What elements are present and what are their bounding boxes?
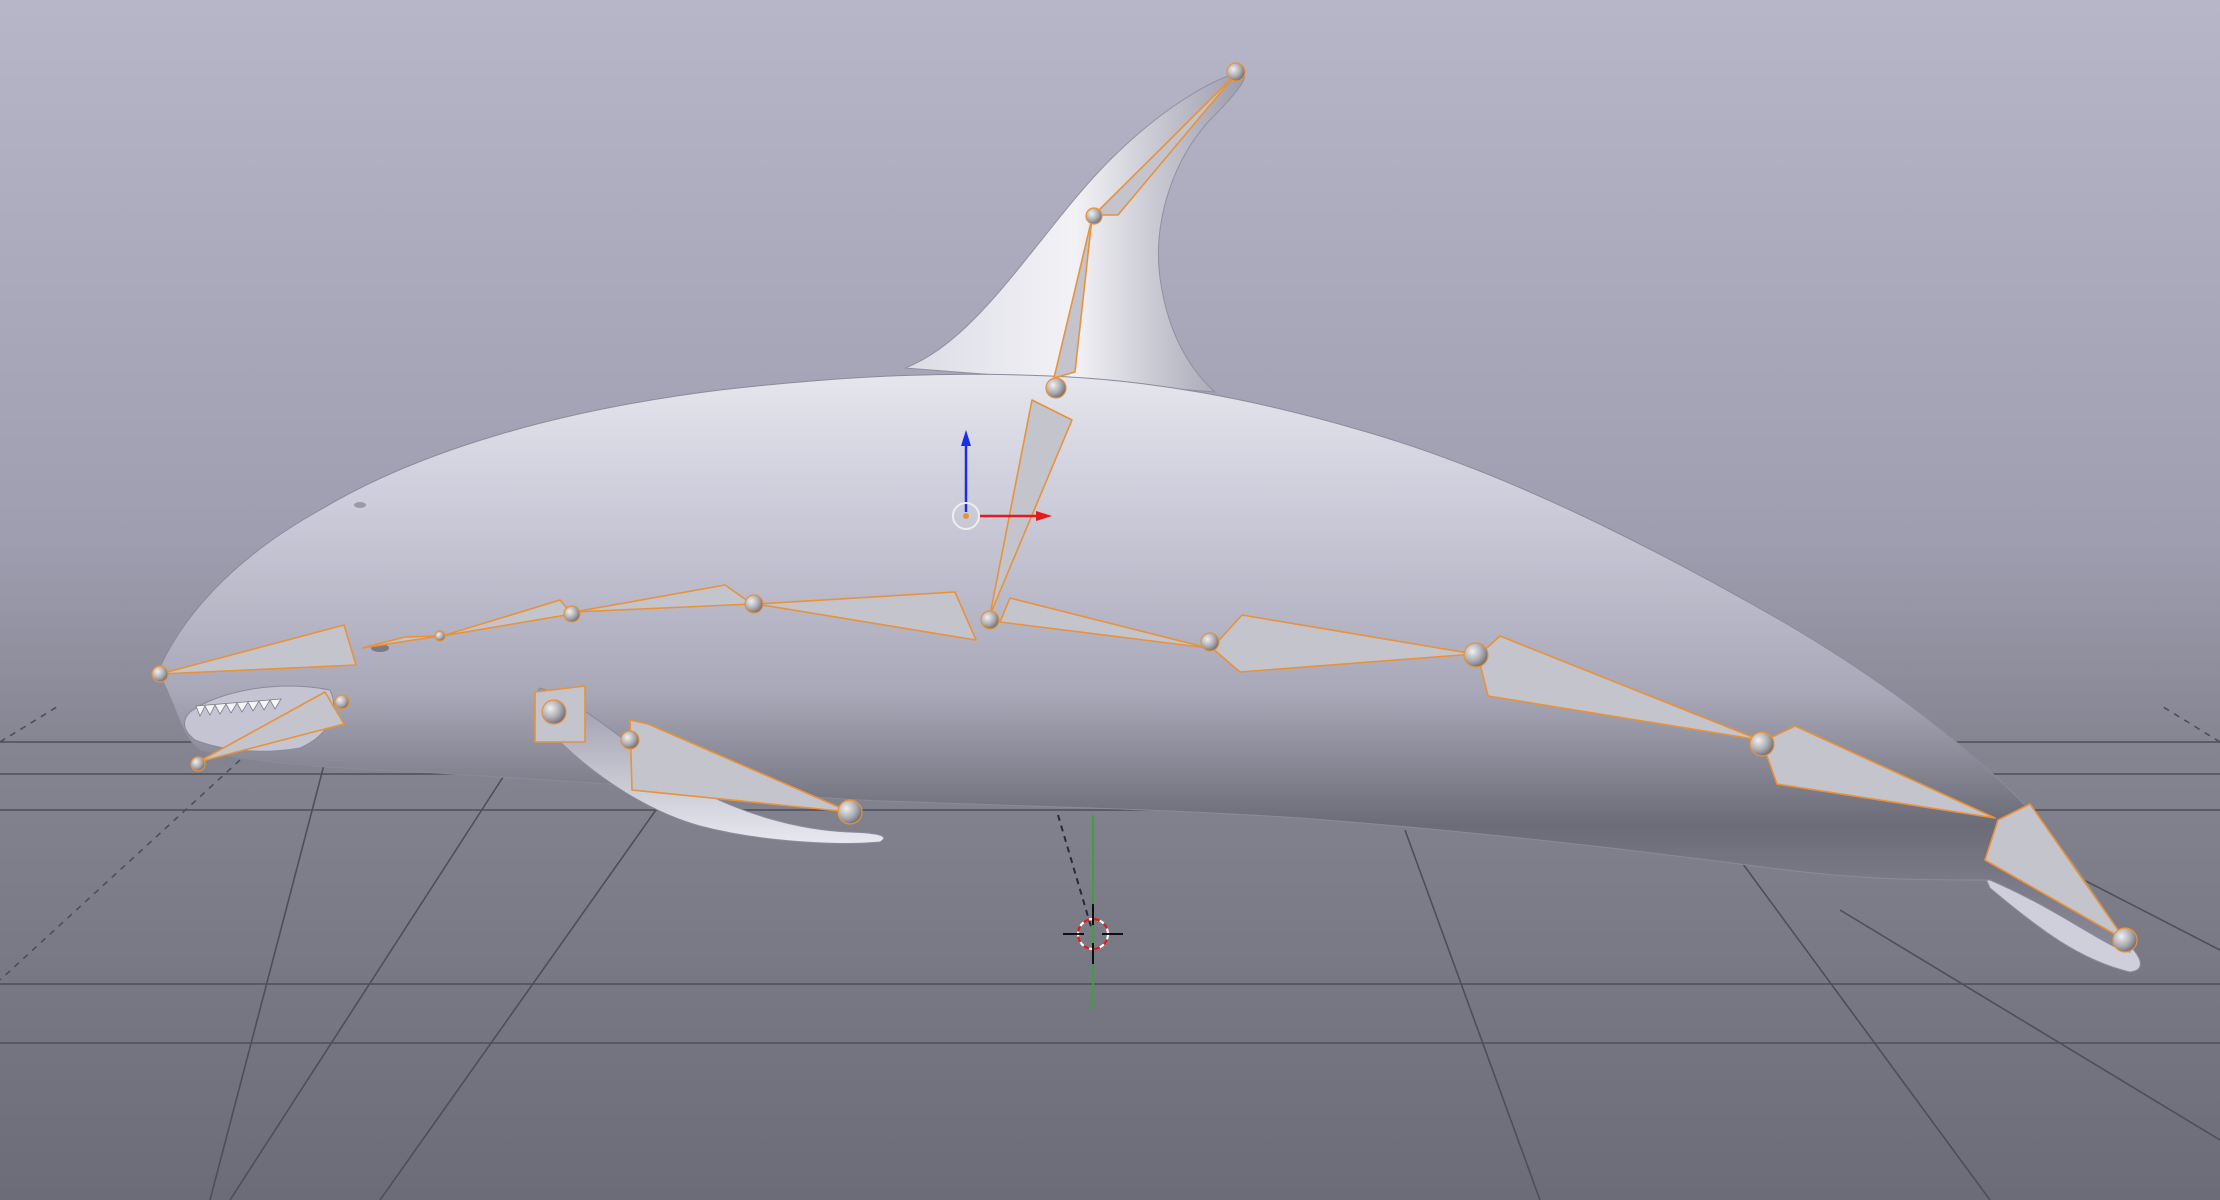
blowhole (354, 502, 366, 508)
origin-dot (963, 513, 969, 519)
joint-spine-5[interactable] (1463, 642, 1489, 668)
joint-pectoral-1[interactable] (541, 699, 567, 725)
joint-dorsal-2[interactable] (1085, 207, 1103, 225)
joint-spine-2[interactable] (744, 594, 764, 614)
joint-dorsal-tip[interactable] (1226, 62, 1246, 82)
joint-dorsal-1[interactable] (1045, 377, 1067, 399)
joint-head[interactable] (151, 665, 169, 683)
joint-spine-6[interactable] (1749, 731, 1775, 757)
joint-neck[interactable] (434, 630, 446, 642)
joint-spine-1[interactable] (563, 605, 581, 623)
joint-spine-3[interactable] (980, 610, 1000, 630)
joint-spine-4[interactable] (1200, 632, 1220, 652)
joint-pectoral-2[interactable] (620, 730, 640, 750)
joint-jaw[interactable] (190, 756, 206, 772)
joint-jaw-tip[interactable] (334, 694, 350, 710)
joint-tail[interactable] (2112, 927, 2138, 953)
viewport-3d[interactable] (0, 0, 2220, 1200)
joint-pectoral-tip[interactable] (837, 799, 863, 825)
viewport-canvas[interactable] (0, 0, 2220, 1200)
